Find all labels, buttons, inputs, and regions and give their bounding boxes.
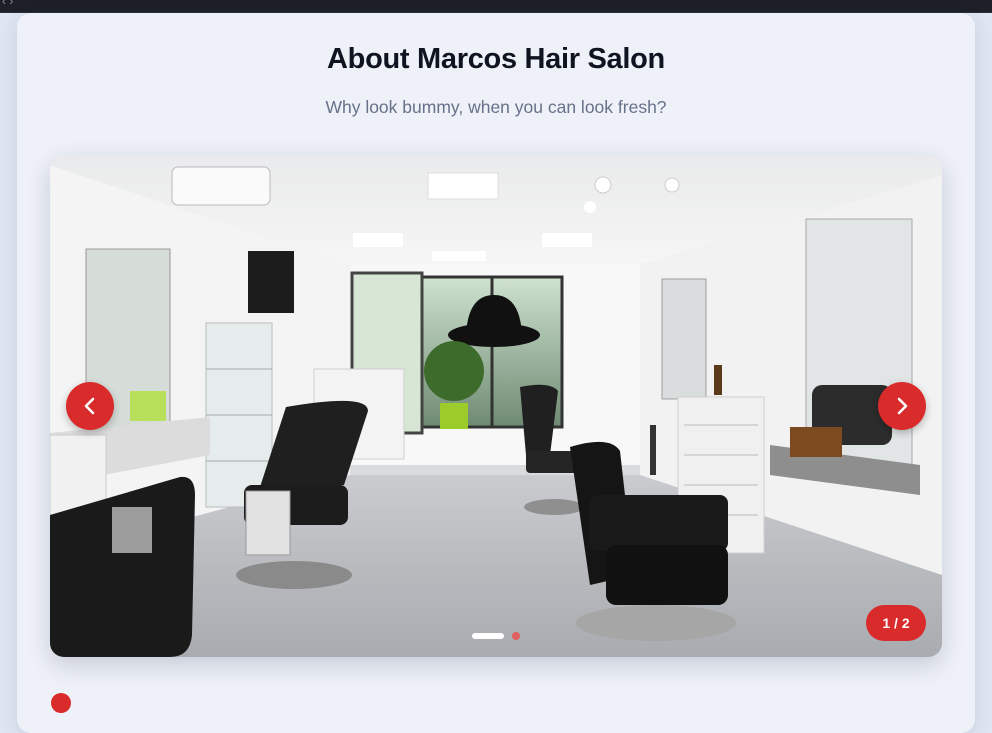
- section-icon: [51, 693, 71, 713]
- carousel-prev-button[interactable]: [66, 382, 114, 430]
- about-card: About Marcos Hair Salon Why look bummy, …: [17, 13, 975, 733]
- carousel-next-button[interactable]: [878, 382, 926, 430]
- page-title: About Marcos Hair Salon: [327, 43, 665, 75]
- browser-breadcrumb: ‹ ›: [2, 0, 14, 8]
- slide-counter: 1 / 2: [866, 605, 926, 641]
- page-subtitle: Why look bummy, when you can look fresh?: [325, 97, 667, 117]
- image-carousel: 1 / 2: [50, 155, 942, 657]
- chevron-right-icon: [897, 397, 908, 415]
- browser-top-bar: ‹ ›: [0, 0, 992, 13]
- carousel-dot-2[interactable]: [512, 632, 520, 640]
- chevron-left-icon: [84, 397, 95, 415]
- salon-image: [50, 155, 942, 657]
- carousel-dot-1[interactable]: [472, 633, 504, 639]
